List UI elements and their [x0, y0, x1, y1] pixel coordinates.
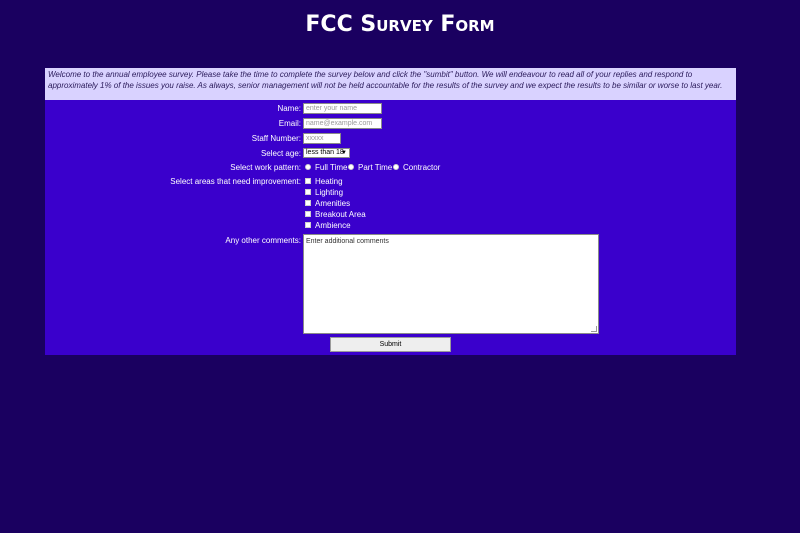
- submit-button[interactable]: Submit: [330, 337, 451, 352]
- work-pattern-label: Select work pattern:: [230, 163, 301, 172]
- comments-placeholder: Enter additional comments: [306, 238, 389, 245]
- checkbox-heating[interactable]: [305, 178, 311, 184]
- chevron-down-icon: ▼: [341, 150, 347, 156]
- staff-number-label: Staff Number:: [251, 134, 301, 143]
- checkbox-lighting[interactable]: [305, 189, 311, 195]
- staff-number-input[interactable]: xxxxx: [303, 133, 341, 144]
- checkbox-ambience[interactable]: [305, 222, 311, 228]
- checkbox-amenities[interactable]: [305, 200, 311, 206]
- email-input[interactable]: name@example.com: [303, 118, 382, 129]
- age-select[interactable]: less than 18 ▼: [303, 148, 350, 158]
- name-input[interactable]: enter your name: [303, 103, 382, 114]
- page-title: FCC Survey Form: [305, 12, 495, 37]
- improvements-label: Select areas that need improvement:: [170, 177, 301, 186]
- comments-textarea[interactable]: Enter additional comments: [303, 234, 599, 334]
- radio-contractor-label: Contractor: [403, 163, 441, 172]
- survey-form: Name: enter your name Email: name@exampl…: [45, 100, 736, 355]
- intro-text: Welcome to the annual employee survey. P…: [45, 68, 736, 100]
- age-select-value: less than 18: [306, 149, 344, 156]
- comments-label: Any other comments:: [225, 236, 301, 245]
- resize-handle-icon[interactable]: [591, 326, 597, 332]
- checkbox-amenities-label: Amenities: [315, 199, 351, 208]
- radio-part-time-label: Part Time: [358, 163, 393, 172]
- radio-contractor[interactable]: [393, 164, 399, 170]
- checkbox-breakout-area-label: Breakout Area: [315, 210, 366, 219]
- email-label: Email:: [278, 119, 301, 128]
- age-label: Select age:: [260, 149, 301, 158]
- checkbox-ambience-label: Ambience: [315, 221, 351, 230]
- checkbox-breakout-area[interactable]: [305, 211, 311, 217]
- checkbox-heating-label: Heating: [315, 177, 343, 186]
- name-label: Name:: [277, 104, 301, 113]
- radio-full-time[interactable]: [305, 164, 311, 170]
- radio-full-time-label: Full Time: [315, 163, 348, 172]
- checkbox-lighting-label: Lighting: [315, 188, 344, 197]
- radio-part-time[interactable]: [348, 164, 354, 170]
